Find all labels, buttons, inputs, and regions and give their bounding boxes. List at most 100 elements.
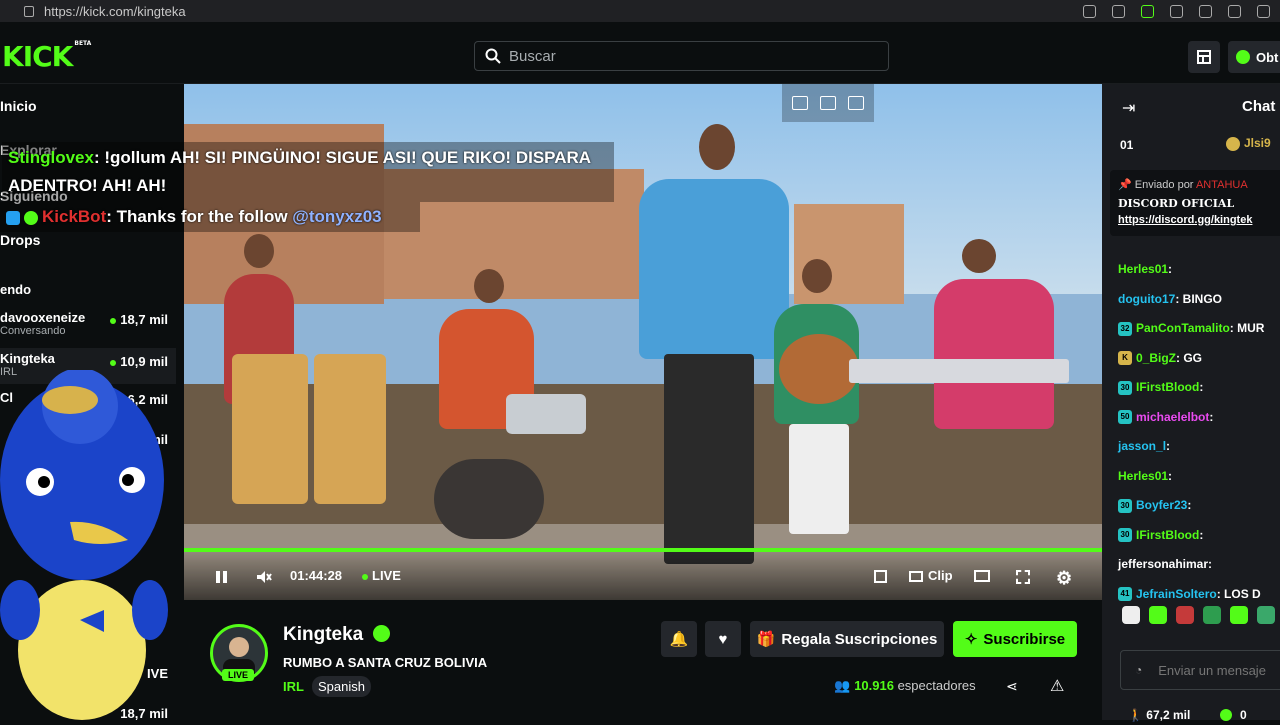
subscriber-badge-icon: 30	[1118, 498, 1132, 513]
bookmark-star-icon[interactable]	[1112, 4, 1125, 18]
chat-text: :	[1187, 498, 1192, 512]
pin-icon: 📌	[1118, 179, 1132, 191]
video-frame	[506, 394, 586, 434]
video-frame	[314, 354, 386, 504]
warning-icon: ⚠	[1050, 678, 1065, 695]
sidebar-item-home[interactable]: Inicio	[0, 98, 37, 114]
favorites-icon[interactable]	[1228, 4, 1241, 18]
pinned-header: 📌 Enviado por ANTAHUA	[1118, 179, 1248, 191]
emote-icon[interactable]	[1176, 606, 1194, 624]
progress-bar[interactable]	[184, 548, 1102, 552]
pause-icon	[216, 571, 227, 583]
search-input[interactable]	[509, 47, 869, 65]
sidebar-channel[interactable]: davooxeneize Conversando 18,7 mil	[0, 310, 180, 346]
emote-icon[interactable]	[1122, 606, 1140, 624]
extensions-icon[interactable]	[1170, 4, 1183, 18]
subscriber-badge-icon: 50	[1118, 410, 1132, 425]
kick-logo[interactable]: KICK BETA	[2, 40, 91, 73]
layout-icon	[1197, 50, 1211, 64]
settings-button[interactable]: ⚙	[1056, 568, 1072, 589]
pinned-link[interactable]: https://discord.gg/kingtek	[1118, 214, 1278, 226]
translate-icon[interactable]	[848, 96, 864, 110]
emote-icon[interactable]	[1257, 606, 1275, 624]
chat-username[interactable]: Boyfer23	[1136, 498, 1187, 512]
video-frame	[849, 359, 1069, 383]
subscribe-button[interactable]: ✧ Suscribirse	[953, 621, 1077, 657]
video-frame	[699, 124, 735, 170]
emote-icon[interactable]	[1203, 606, 1221, 624]
share-icon: ⋖	[1006, 678, 1018, 694]
live-indicator: LIVE	[362, 568, 401, 583]
elapsed-time: 01:44:28	[290, 568, 343, 583]
layout-button[interactable]	[1188, 41, 1220, 73]
chat-username[interactable]: michaelelbot	[1136, 410, 1209, 424]
emote-icon[interactable]	[1149, 606, 1167, 624]
stream-title: RUMBO A SANTA CRUZ BOLIVIA	[283, 655, 488, 670]
volume-muted-icon	[257, 571, 272, 583]
share-button[interactable]: ⋖	[1006, 678, 1018, 695]
chat-username[interactable]: doguito17	[1118, 292, 1175, 306]
gift-subscriptions-button[interactable]: 🎁 Regala Suscripciones	[750, 621, 944, 657]
verified-icon	[372, 625, 390, 642]
miniplayer-icon	[874, 570, 887, 583]
channel-name[interactable]: Kingteka	[283, 624, 390, 646]
reader-icon[interactable]	[1083, 4, 1096, 18]
chat-message: Herles01:	[1118, 469, 1172, 483]
gifter-badge-icon	[1226, 136, 1240, 151]
collapse-chat-button[interactable]: ⇥	[1122, 98, 1135, 118]
get-kicks-button[interactable]: Obt	[1228, 41, 1280, 73]
follow-button[interactable]: ♥	[705, 621, 741, 657]
top-gifter[interactable]: Jlsi9	[1226, 136, 1271, 151]
chat-input-box[interactable]: ◔	[1120, 650, 1280, 690]
emote-icon[interactable]	[1230, 606, 1248, 624]
mascot-overlay	[0, 368, 170, 720]
theater-mode-button[interactable]	[974, 570, 990, 585]
report-button[interactable]: ⚠	[1050, 676, 1064, 696]
download-icon[interactable]	[1141, 4, 1154, 18]
bell-icon: 🔔	[669, 631, 689, 648]
chat-username[interactable]: Herles01	[1118, 262, 1168, 276]
collapse-icon: ⇥	[1122, 100, 1136, 117]
top-nav: KICKBETA Obt	[0, 22, 1280, 84]
chat-message: Herles01:	[1118, 262, 1172, 276]
chat-username[interactable]: IFirstBlood	[1136, 528, 1199, 542]
chat-username[interactable]: jasson_l	[1118, 439, 1166, 453]
fullscreen-button[interactable]	[1016, 570, 1030, 587]
chat-username[interactable]: JefrainSoltero	[1136, 587, 1217, 601]
sidebar-item-drops[interactable]: Drops	[0, 232, 40, 248]
overlay-text: : Thanks for the follow	[106, 207, 293, 226]
chat-username[interactable]: jeffersonahimar	[1118, 557, 1208, 571]
theater-icon[interactable]	[820, 96, 836, 110]
overlay-username: KickBot	[42, 207, 107, 226]
stream-info: LIVE Kingteka RUMBO A SANTA CRUZ BOLIVIA…	[184, 600, 1102, 720]
viewer-count: 👥 10.916 espectadores	[834, 678, 976, 693]
chat-message: 30 IFirstBlood:	[1118, 380, 1203, 395]
pinned-message[interactable]: 📌 Enviado por ANTAHUA DISCORD OFICIAL ht…	[1110, 170, 1280, 236]
media-icon[interactable]	[1199, 4, 1212, 18]
miniplayer-button[interactable]	[874, 570, 887, 586]
heart-icon: ♥	[718, 630, 728, 648]
chat-text: : MUR	[1229, 321, 1265, 335]
language-tag[interactable]: Spanish	[312, 676, 371, 697]
viewers-icon: 👥	[834, 678, 851, 693]
notifications-button[interactable]: 🔔	[661, 621, 697, 657]
search-icon	[485, 48, 501, 64]
stream-category[interactable]: IRL	[283, 679, 304, 694]
chat-username[interactable]: IFirstBlood	[1136, 380, 1199, 394]
pause-button[interactable]	[214, 570, 228, 587]
chat-username[interactable]: PanConTamalito	[1136, 321, 1230, 335]
chat-input[interactable]	[1158, 662, 1279, 678]
search-box[interactable]	[474, 41, 889, 71]
address-bar[interactable]: https://kick.com/kingteka	[44, 4, 1083, 19]
chat-username[interactable]: Herles01	[1118, 469, 1168, 483]
mute-button[interactable]	[256, 570, 272, 587]
overlay-message: KickBot: Thanks for the follow @tonyxz03	[0, 202, 420, 232]
chat-text: : GG	[1176, 350, 1203, 365]
emote-picker-icon[interactable]: ◔	[1135, 663, 1142, 677]
pip-icon[interactable]	[792, 96, 808, 110]
chat-username[interactable]: 0_BigZ	[1136, 351, 1176, 365]
clip-button[interactable]: Clip	[909, 568, 953, 583]
profile-icon[interactable]	[1257, 4, 1270, 18]
chat-text: :	[1168, 468, 1173, 483]
chat-message: jeffersonahimar:	[1118, 557, 1212, 571]
